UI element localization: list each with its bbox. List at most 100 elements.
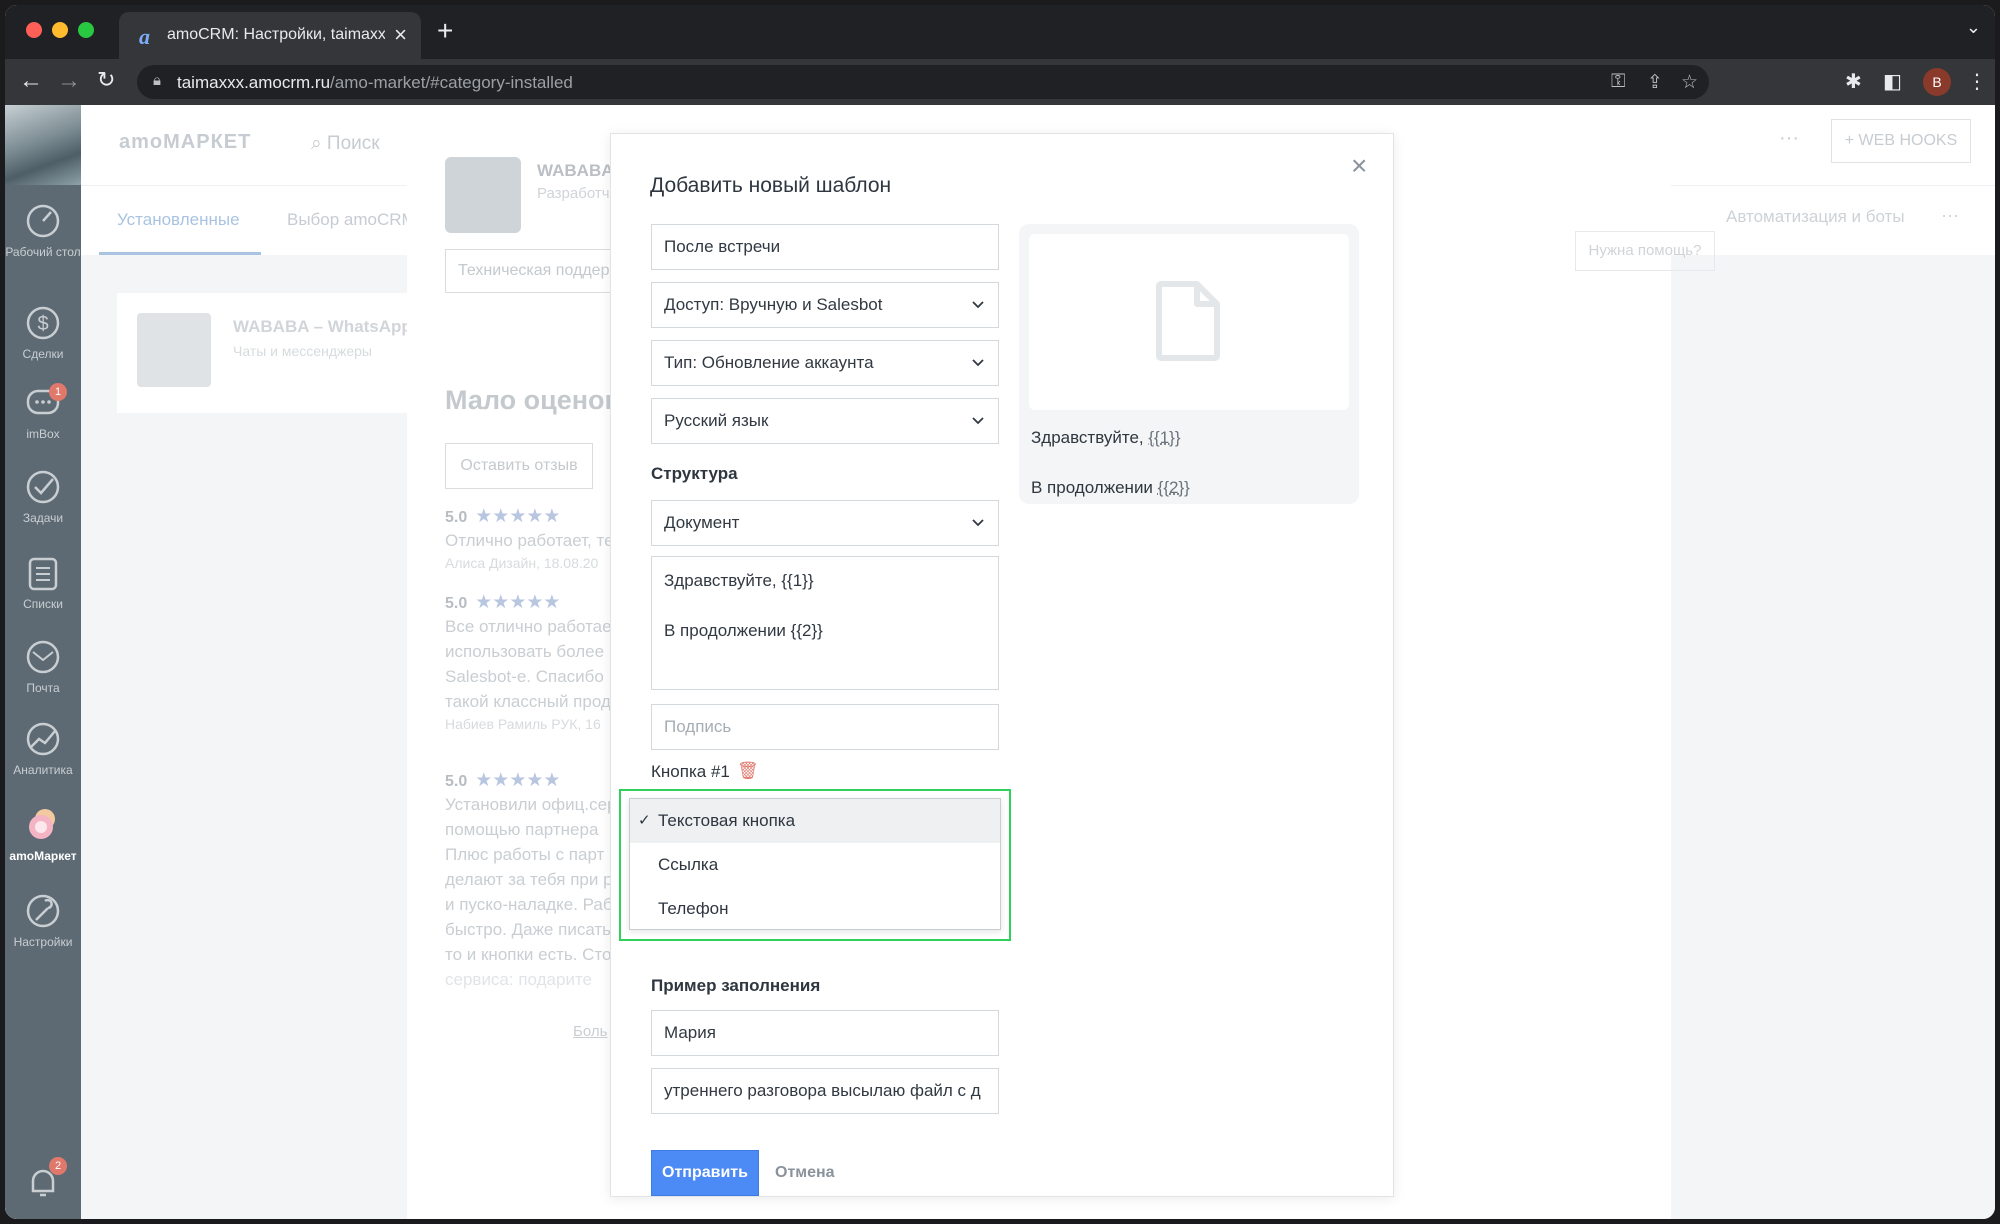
tab-title: amoCRM: Настройки, taimaxx [167, 26, 385, 43]
extensions-icon[interactable]: ✱ [1845, 69, 1862, 94]
button-type-dropdown[interactable]: ✓ Текстовая кнопка Ссылка Телефон [629, 798, 1001, 930]
nav-notifications[interactable]: 2 [5, 1157, 81, 1203]
tab-installed[interactable]: Установленные [117, 210, 240, 230]
send-button[interactable]: Отправить [651, 1150, 759, 1196]
leave-review-button[interactable]: Оставить отзыв [445, 443, 593, 489]
market-logo: amoМАРКЕТ [119, 131, 252, 153]
review-score: 5.0 [445, 595, 468, 612]
option-label: Текстовая кнопка [658, 811, 796, 830]
language-select-value: Русский язык [664, 411, 769, 430]
button-1-label: Кнопка #1 [651, 762, 730, 781]
checkmark-icon: ✓ [638, 812, 651, 829]
nav-label: imBox [26, 427, 60, 441]
review-item: 5.0 ★★★★★ Установили офиц.сер помощью пар… [445, 769, 615, 992]
tab-underline [99, 252, 261, 255]
notification-badge: 1 [49, 383, 67, 401]
card-title: WABABA – WhatsApp [233, 317, 412, 336]
more-link[interactable]: Боль [573, 1023, 607, 1040]
template-name-input[interactable]: После встречи [651, 224, 999, 270]
account-photo[interactable] [5, 105, 81, 185]
new-tab-icon[interactable]: + [437, 15, 453, 47]
cancel-button[interactable]: Отмена [775, 1150, 835, 1196]
preview-line-2: В продолжении {{2}} [1031, 478, 1190, 498]
language-select[interactable]: Русский язык [651, 398, 999, 444]
nav-dashboard[interactable]: Рабочий стол [5, 201, 81, 259]
preview-line-1: Здравствуйте, {{1}} [1031, 428, 1181, 448]
structure-select[interactable]: Документ [651, 500, 999, 546]
type-select[interactable]: Тип: Обновление аккаунта [651, 340, 999, 386]
access-select[interactable]: Доступ: Вручную и Salesbot [651, 282, 999, 328]
url-host: taimaxxx.amocrm.ru [177, 73, 331, 92]
more-icon[interactable]: ··· [1941, 205, 1959, 226]
close-window-button[interactable] [26, 22, 42, 38]
dropdown-option-text-button[interactable]: ✓ Текстовая кнопка [630, 799, 1000, 843]
nav-label: Почта [26, 681, 60, 695]
review-item: 5.0 ★★★★★ Отлично работает, те Алиса Диза… [445, 505, 615, 571]
market-search[interactable]: ⌕ Поиск [311, 133, 380, 155]
rating-stars-icon: ★★★★★ [475, 506, 561, 527]
minimize-window-button[interactable] [52, 22, 68, 38]
nav-settings[interactable]: Настройки [5, 891, 81, 949]
example-1-input[interactable]: Мария [651, 1010, 999, 1056]
lock-icon: 🔒︎ [153, 72, 161, 89]
sidebar-icon[interactable]: ◧ [1883, 69, 1902, 94]
notification-badge: 2 [49, 1157, 67, 1175]
close-tab-icon[interactable]: × [394, 22, 407, 48]
tab-automation[interactable]: Автоматизация и боты [1726, 207, 1905, 227]
app-logo-icon [445, 157, 521, 233]
preview-text: В продолжении [1031, 478, 1158, 497]
nav-analytics[interactable]: Аналитика [5, 719, 81, 777]
nav-lists[interactable]: Списки [5, 553, 81, 611]
type-select-value: Тип: Обновление аккаунта [664, 353, 874, 372]
dropdown-option-phone[interactable]: Телефон [630, 887, 1000, 931]
nav-tasks[interactable]: Задачи [5, 467, 81, 525]
nav-amomarket[interactable]: amoМаркет [5, 805, 81, 863]
structure-select-value: Документ [664, 513, 740, 532]
forward-icon[interactable]: → [57, 67, 81, 95]
webhooks-button[interactable]: + WEB HOOKS [1831, 119, 1971, 163]
browser-tab[interactable]: a amoCRM: Настройки, taimaxx × [119, 12, 421, 59]
profile-avatar[interactable]: B [1923, 68, 1951, 96]
nav-imbox[interactable]: imBox 1 [5, 383, 81, 441]
ratings-heading: Мало оценок [445, 385, 619, 415]
body-line: Здравствуйте, {{1}} [664, 571, 814, 590]
maximize-window-button[interactable] [78, 22, 94, 38]
mail-icon [26, 640, 60, 674]
chevron-down-icon [970, 399, 986, 443]
left-navigation: Рабочий стол $ Сделки imBox 1 Задачи Спи… [5, 105, 81, 1219]
review-author: Алиса Дизайн, 18.08.20 [445, 555, 599, 571]
close-icon[interactable]: × [1351, 152, 1367, 180]
installed-app-card[interactable]: WABABA – WhatsApp Чаты и мессенджеры [117, 293, 447, 413]
review-text: помощью партнера [445, 820, 599, 839]
preview-text: Здравствуйте, [1031, 428, 1149, 447]
address-bar[interactable]: 🔒︎ taimaxxx.amocrm.ru/amo-market/#catego… [137, 65, 1709, 99]
nav-mail[interactable]: Почта [5, 637, 81, 695]
trash-icon[interactable]: 🗑︎ [737, 761, 759, 781]
chevron-down-icon [970, 283, 986, 327]
analytics-icon [26, 722, 60, 756]
back-icon[interactable]: ← [19, 67, 43, 95]
bookmark-star-icon[interactable]: ☆ [1681, 71, 1698, 94]
rating-stars-icon: ★★★★★ [475, 770, 561, 791]
share-icon[interactable]: ⇪ [1647, 71, 1663, 94]
menu-kebab-icon[interactable]: ⋮ [1967, 69, 1987, 94]
example-2-input[interactable]: утреннего разговора высылаю файл с д [651, 1068, 999, 1114]
tab-amocrm-choice[interactable]: Выбор amoCRM [287, 210, 416, 230]
tab-bar: a amoCRM: Настройки, taimaxx × + ⌄ [5, 5, 1995, 59]
support-button[interactable]: Техническая поддержка [445, 249, 615, 293]
message-body-textarea[interactable]: Здравствуйте, {{1}} В продолжении {{2}} [651, 556, 999, 690]
card-subtitle: Чаты и мессенджеры [233, 343, 372, 359]
dropdown-option-link[interactable]: Ссылка [630, 843, 1000, 887]
structure-title: Структура [651, 464, 738, 483]
page: Рабочий стол $ Сделки imBox 1 Задачи Спи… [5, 105, 1995, 1219]
reload-icon[interactable]: ↻ [97, 67, 115, 93]
signature-input[interactable]: Подпись [651, 704, 999, 750]
chevron-down-icon[interactable]: ⌄ [1966, 17, 1981, 38]
help-button[interactable]: Нужна помощь? [1575, 231, 1715, 271]
nav-label: Списки [23, 597, 63, 611]
nav-deals[interactable]: $ Сделки [5, 303, 81, 361]
key-icon[interactable]: ⚿ [1611, 71, 1625, 93]
chevron-down-icon [970, 341, 986, 385]
access-select-value: Доступ: Вручную и Salesbot [664, 295, 883, 314]
more-icon[interactable]: ··· [1779, 127, 1799, 150]
